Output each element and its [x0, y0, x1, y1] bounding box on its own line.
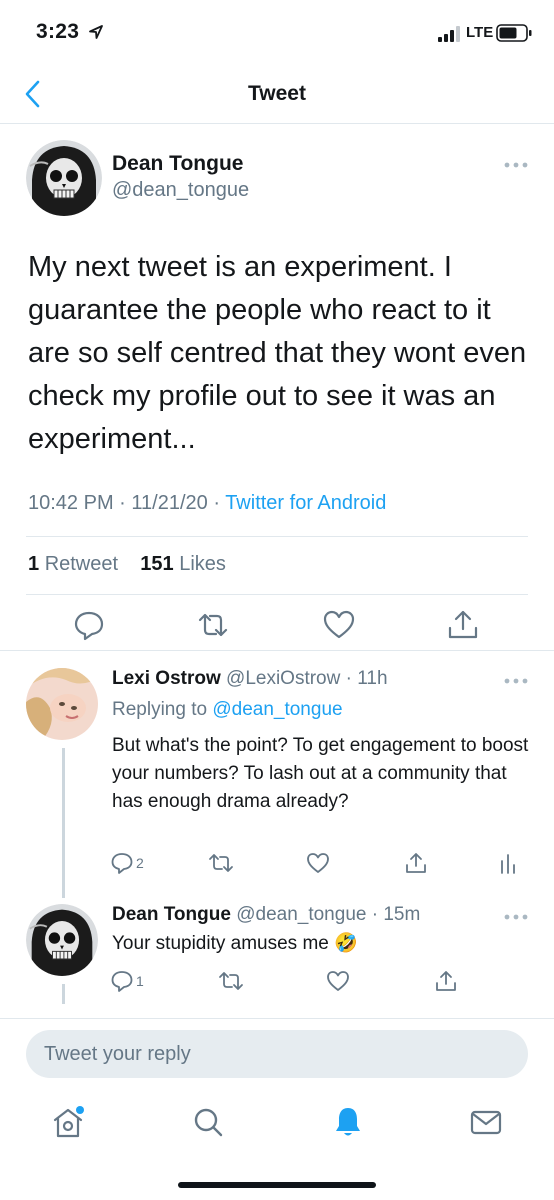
share-button[interactable]	[434, 968, 458, 994]
reply-composer-input[interactable]: Tweet your reply	[26, 1030, 528, 1078]
share-icon[interactable]	[446, 608, 480, 642]
laughing-emoji: 🤣	[334, 933, 358, 954]
more-icon[interactable]	[502, 912, 530, 922]
more-icon[interactable]	[502, 160, 530, 170]
reply-item[interactable]: Dean Tongue @dean_tongue · 15m Your stup…	[0, 888, 554, 1018]
reply-header: Dean Tongue @dean_tongue · 15m	[112, 904, 420, 926]
retweet-label: Retweet	[44, 553, 119, 575]
divider	[0, 1018, 554, 1019]
like-icon	[307, 853, 329, 873]
reply-author-avatar[interactable]	[26, 668, 98, 740]
tweet-text: My next tweet is an experiment. I guaran…	[28, 251, 527, 455]
meta-separator: ·	[366, 904, 384, 925]
reply-icon	[111, 853, 133, 874]
location-arrow-icon	[89, 25, 103, 39]
share-button[interactable]	[404, 850, 428, 876]
replying-to-label: Replying to	[112, 699, 208, 720]
page-title: Tweet	[248, 82, 306, 105]
replying-to-mention[interactable]: @dean_tongue	[212, 699, 342, 720]
reply-age: 11h	[357, 668, 388, 689]
meta-separator: ·	[213, 492, 226, 514]
status-bar: 3:23 LTE	[0, 0, 554, 64]
author-name[interactable]: Dean Tongue	[112, 152, 243, 176]
retweet-button[interactable]	[208, 850, 234, 876]
reply-icon	[111, 971, 133, 992]
like-button[interactable]	[306, 850, 330, 876]
reply-text: But what's the point? To get engagement …	[112, 735, 529, 812]
home-icon[interactable]	[48, 1102, 88, 1142]
retweet-count: 1	[28, 553, 40, 575]
retweet-icon[interactable]	[196, 608, 230, 642]
reply-author-name[interactable]: Lexi Ostrow	[112, 668, 221, 689]
reply-count: 2	[136, 855, 144, 871]
tweet-action-bar	[0, 608, 554, 644]
reply-button[interactable]: 2	[110, 850, 144, 876]
messages-icon[interactable]	[466, 1102, 506, 1142]
tweet-date: 11/21/20	[131, 492, 208, 514]
home-indicator[interactable]	[178, 1182, 376, 1188]
skull-avatar-image	[26, 140, 102, 216]
analytics-button[interactable]	[498, 850, 518, 876]
portrait-avatar-image	[26, 668, 98, 740]
replying-to: Replying to @dean_tongue	[112, 699, 343, 721]
reply-author-avatar[interactable]	[26, 904, 98, 976]
battery-icon	[496, 24, 532, 42]
meta-separator: ·	[340, 668, 358, 689]
likes-stat[interactable]: 151 Likes	[140, 553, 226, 575]
signal-icon	[438, 26, 460, 42]
divider	[26, 536, 528, 537]
tweet-stats: 1 Retweet 151 Likes	[28, 553, 226, 576]
divider	[26, 594, 528, 595]
share-icon	[436, 971, 456, 991]
reply-item[interactable]: Lexi Ostrow @LexiOstrow · 11h Replying t…	[0, 652, 554, 898]
reply-author-handle[interactable]: @LexiOstrow	[226, 668, 340, 689]
like-button[interactable]	[326, 968, 350, 994]
network-label: LTE	[466, 24, 494, 41]
tweet-source-link[interactable]: Twitter for Android	[225, 492, 386, 514]
tab-bar	[0, 1094, 554, 1150]
notifications-icon[interactable]	[328, 1102, 368, 1142]
like-label: Likes	[179, 553, 226, 575]
author-handle[interactable]: @dean_tongue	[112, 179, 249, 202]
reply-button[interactable]: 1	[110, 968, 144, 994]
tweet-time: 10:42 PM	[28, 492, 114, 514]
reply-action-bar: 1	[0, 968, 554, 996]
status-time: 3:23	[36, 20, 80, 43]
like-icon[interactable]	[322, 608, 356, 642]
reply-count: 1	[136, 973, 144, 989]
reply-header: Lexi Ostrow @LexiOstrow · 11h	[112, 668, 388, 690]
retweets-stat[interactable]: 1 Retweet	[28, 553, 118, 575]
share-icon	[406, 853, 426, 873]
retweet-icon	[219, 972, 243, 990]
reply-author-name[interactable]: Dean Tongue	[112, 904, 231, 925]
retweet-icon	[209, 854, 233, 872]
nav-header: Tweet	[0, 64, 554, 124]
reply-text-container: Your stupidity amuses me 🤣	[112, 930, 532, 958]
author-avatar[interactable]	[26, 140, 102, 216]
retweet-button[interactable]	[218, 968, 244, 994]
meta-separator: ·	[119, 492, 132, 514]
search-icon[interactable]	[188, 1102, 228, 1142]
skull-avatar-image	[26, 904, 98, 976]
more-icon[interactable]	[502, 676, 530, 686]
reply-text: Your stupidity amuses me	[112, 933, 329, 954]
tweet-metadata: 10:42 PM · 11/21/20 · Twitter for Androi…	[28, 492, 386, 515]
like-count: 151	[140, 553, 174, 575]
main-tweet: Dean Tongue @dean_tongue My next tweet i…	[0, 124, 554, 651]
reply-action-bar: 2	[0, 850, 554, 878]
reply-author-handle[interactable]: @dean_tongue	[236, 904, 366, 925]
reply-icon[interactable]	[72, 608, 106, 642]
like-icon	[327, 971, 349, 991]
analytics-icon	[501, 854, 515, 874]
reply-age: 15m	[383, 904, 421, 925]
